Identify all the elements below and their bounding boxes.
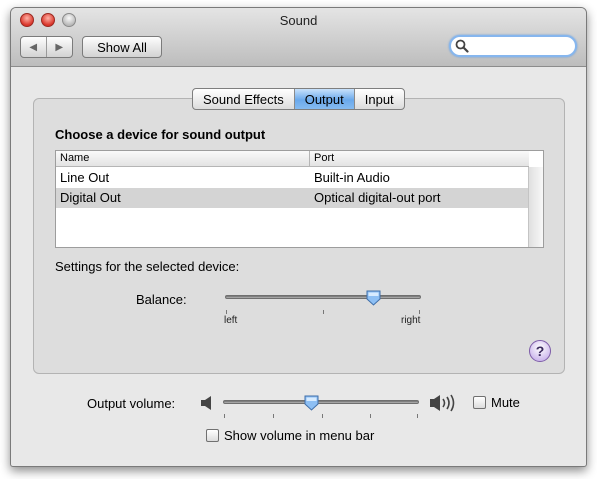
output-device-table[interactable]: Name Port Line Out Built-in Audio Digita… (55, 150, 544, 248)
tab-input[interactable]: Input (355, 89, 404, 109)
search-input[interactable] (449, 35, 577, 57)
tab-sound-effects[interactable]: Sound Effects (193, 89, 295, 109)
tab-output[interactable]: Output (294, 89, 355, 109)
device-settings-label: Settings for the selected device: (55, 259, 240, 274)
slider-tick (273, 414, 274, 418)
slider-tick (224, 414, 225, 418)
speaker-quiet-icon (201, 396, 211, 410)
forward-button[interactable]: ▶ (47, 37, 73, 57)
output-volume-label: Output volume: (87, 396, 176, 411)
slider-tick (370, 414, 371, 418)
balance-right-label: right (401, 315, 421, 326)
title-bar: Sound ◀ ▶ Show All (11, 8, 586, 67)
show-all-button[interactable]: Show All (82, 36, 162, 58)
table-scrollbar[interactable] (528, 167, 543, 247)
balance-slider-track[interactable] (225, 295, 421, 299)
tab-bar: Sound Effects Output Input (192, 88, 405, 110)
show-volume-menubar-label[interactable]: Show volume in menu bar (224, 428, 374, 443)
speaker-loud-icon (430, 394, 455, 412)
device-name: Line Out (60, 170, 110, 185)
volume-slider-track[interactable] (223, 400, 419, 404)
balance-label: Balance: (136, 292, 187, 307)
slider-tick (419, 310, 420, 314)
table-row[interactable]: Line Out Built-in Audio (56, 168, 529, 188)
back-forward-control: ◀ ▶ (20, 36, 73, 58)
column-header-name[interactable]: Name (60, 152, 89, 164)
balance-left-label: left (224, 315, 238, 326)
window-title: Sound (279, 13, 318, 28)
mute-label[interactable]: Mute (491, 395, 520, 410)
balance-slider-thumb[interactable] (366, 290, 381, 306)
sound-preferences-window: Sound ◀ ▶ Show All Sound Effects Output … (10, 7, 587, 467)
device-list-heading: Choose a device for sound output (55, 127, 266, 142)
mute-checkbox[interactable] (473, 396, 486, 409)
search-icon (455, 39, 469, 53)
back-button[interactable]: ◀ (21, 37, 47, 57)
table-header: Name Port (56, 151, 529, 167)
device-port: Built-in Audio (314, 170, 390, 185)
column-divider (309, 151, 310, 167)
column-header-port[interactable]: Port (314, 152, 334, 164)
device-port: Optical digital-out port (314, 190, 441, 205)
forward-arrow-icon: ▶ (55, 41, 64, 53)
slider-tick (417, 414, 418, 418)
slider-tick (226, 310, 227, 314)
show-volume-menubar-checkbox[interactable] (206, 429, 219, 442)
slider-tick (323, 310, 324, 314)
device-name: Digital Out (60, 190, 121, 205)
back-arrow-icon: ◀ (29, 41, 38, 53)
slider-tick (322, 414, 323, 418)
table-row-selected[interactable]: Digital Out Optical digital-out port (56, 188, 529, 208)
output-volume-slider-thumb[interactable] (304, 395, 319, 411)
help-button[interactable]: ? (529, 340, 551, 362)
